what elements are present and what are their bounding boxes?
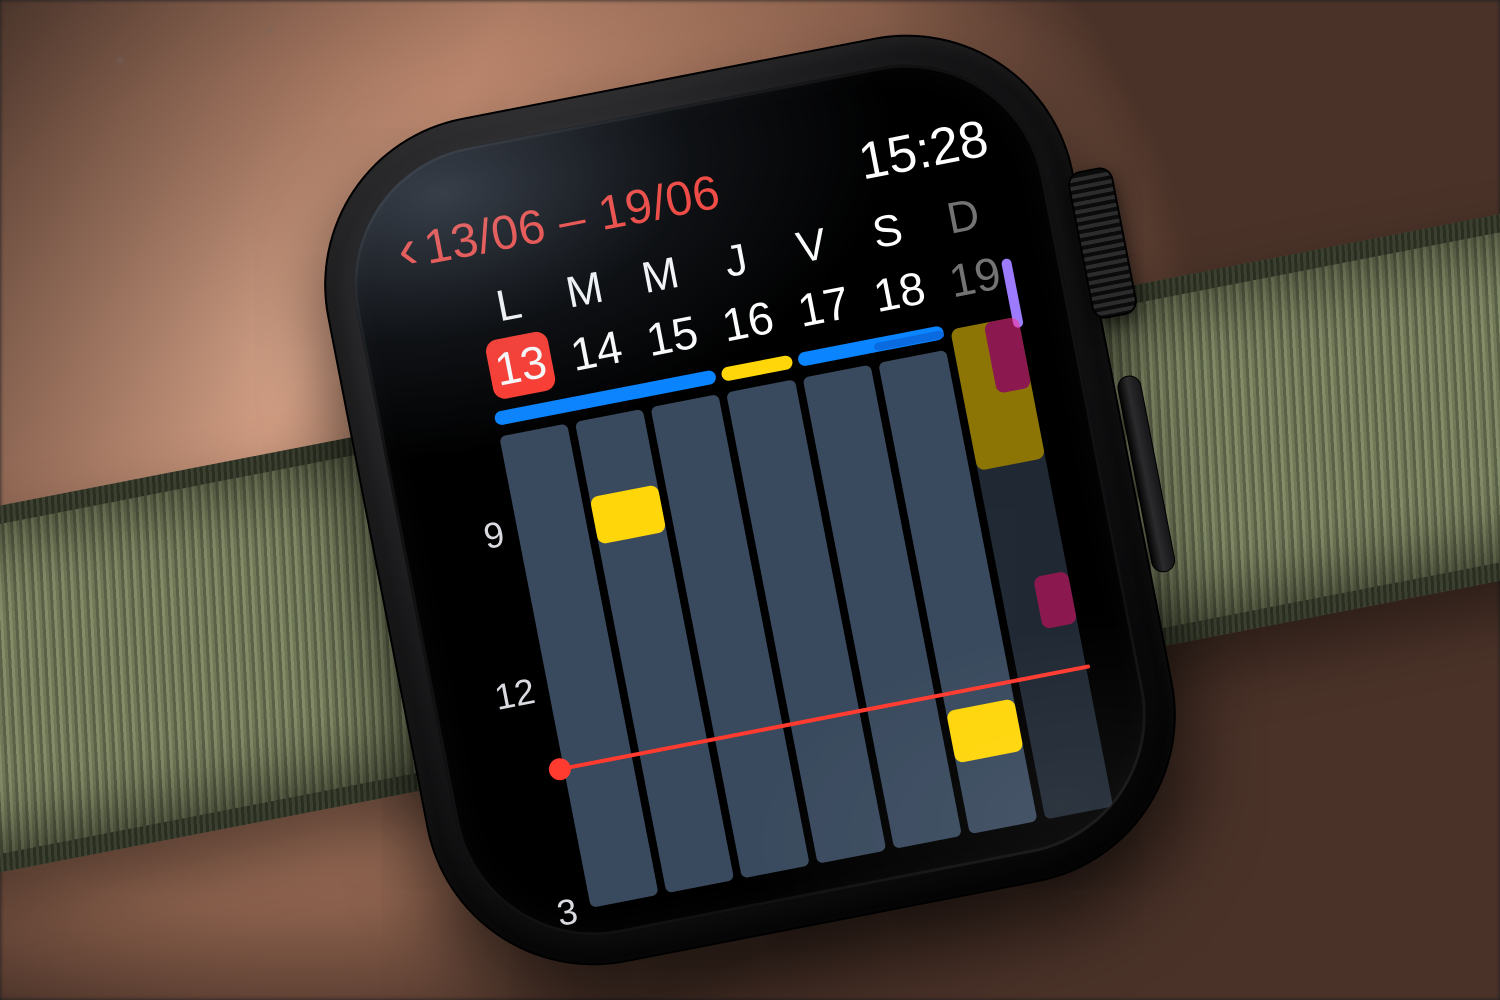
day-19[interactable]: 19 bbox=[931, 240, 1018, 314]
hour-tick-3: 3 bbox=[553, 890, 581, 935]
calendar-event[interactable] bbox=[590, 484, 667, 544]
clock: 15:28 bbox=[854, 109, 993, 193]
weekday-d: D bbox=[921, 185, 1006, 249]
week-grid[interactable]: 9123 bbox=[436, 334, 1117, 920]
weekday-l: L bbox=[466, 274, 551, 338]
watch: ‹ 13/06 – 19/06 15:28 L M M J V S D 13 1… bbox=[295, 5, 1205, 994]
hour-tick-9: 9 bbox=[480, 513, 508, 558]
weekday-m1: M bbox=[542, 259, 627, 323]
screen: ‹ 13/06 – 19/06 15:28 L M M J V S D 13 1… bbox=[393, 109, 1111, 887]
chevron-left-icon[interactable]: ‹ bbox=[393, 220, 422, 279]
hour-tick-12: 12 bbox=[491, 670, 538, 719]
weekday-v: V bbox=[769, 215, 854, 279]
calendar-event[interactable] bbox=[1033, 571, 1077, 629]
day-14[interactable]: 14 bbox=[553, 314, 640, 388]
watch-bezel: ‹ 13/06 – 19/06 15:28 L M M J V S D 13 1… bbox=[330, 41, 1170, 960]
day-15[interactable]: 15 bbox=[629, 299, 716, 373]
day-18[interactable]: 18 bbox=[856, 255, 943, 329]
day-16[interactable]: 16 bbox=[704, 284, 791, 358]
allday-event[interactable] bbox=[721, 355, 794, 382]
weekday-m2: M bbox=[618, 244, 703, 308]
weekday-s: S bbox=[845, 200, 930, 264]
day-13[interactable]: 13 bbox=[477, 328, 564, 402]
weekday-j: J bbox=[694, 229, 779, 293]
calendar-event[interactable] bbox=[946, 699, 1024, 764]
day-17[interactable]: 17 bbox=[780, 270, 867, 344]
